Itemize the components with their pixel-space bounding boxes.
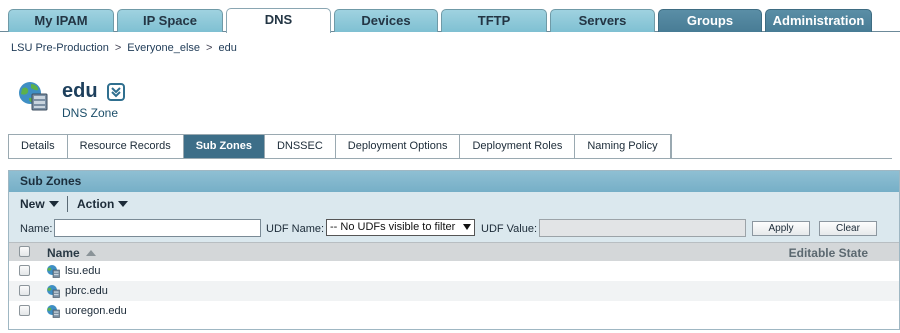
apply-button[interactable]: Apply <box>752 221 810 236</box>
new-button[interactable]: New <box>20 197 59 211</box>
tab-ip-space[interactable]: IP Space <box>117 9 223 32</box>
grid-header: Name Editable State <box>9 242 899 261</box>
tab-my-ipam[interactable]: My IPAM <box>8 9 114 32</box>
dns-zone-icon <box>19 82 48 111</box>
udf-name-select[interactable]: -- No UDFs visible to filter <box>326 219 475 236</box>
sub-zones-panel: Sub Zones New Action Name: UDF Name: -- … <box>8 170 900 330</box>
select-all-checkbox[interactable] <box>19 246 30 257</box>
toolbar: New Action <box>9 192 899 216</box>
page-menu-button[interactable] <box>107 83 125 101</box>
filter-bar: Name: UDF Name: -- No UDFs visible to fi… <box>9 216 899 242</box>
breadcrumb-item-zone[interactable]: edu <box>218 42 236 54</box>
toolbar-divider <box>67 196 68 212</box>
column-header-name[interactable]: Name <box>47 246 80 260</box>
tab-sub-zones[interactable]: Sub Zones <box>183 135 265 159</box>
table-row[interactable]: lsu.edu <box>9 261 899 281</box>
dropdown-arrow-icon <box>463 224 471 230</box>
breadcrumb-item-view[interactable]: Everyone_else <box>127 42 200 54</box>
breadcrumb-separator: > <box>114 42 122 54</box>
tab-deployment-roles[interactable]: Deployment Roles <box>460 135 576 159</box>
row-checkbox[interactable] <box>19 305 30 316</box>
udf-name-label: UDF Name: <box>266 223 325 235</box>
udf-value-label: UDF Value: <box>481 223 538 235</box>
panel-title: Sub Zones <box>9 171 899 192</box>
tab-details[interactable]: Details <box>9 135 68 159</box>
dns-zone-icon <box>47 285 60 298</box>
double-chevron-down-icon <box>111 87 121 98</box>
tab-tftp[interactable]: TFTP <box>441 9 547 32</box>
name-filter-label: Name: <box>20 223 53 235</box>
tab-devices[interactable]: Devices <box>334 9 438 32</box>
breadcrumb-item-configuration[interactable]: LSU Pre-Production <box>11 42 109 54</box>
top-navigation: My IPAM IP Space DNS Devices TFTP Server… <box>0 0 900 33</box>
caret-down-icon <box>48 201 59 207</box>
breadcrumb: LSU Pre-Production > Everyone_else > edu <box>11 42 237 54</box>
page-title: edu <box>62 80 98 102</box>
tab-servers[interactable]: Servers <box>550 9 655 32</box>
clear-button[interactable]: Clear <box>819 221 877 236</box>
tab-groups[interactable]: Groups <box>658 9 762 32</box>
sub-tabs: Details Resource Records Sub Zones DNSSE… <box>8 134 672 159</box>
tab-resource-records[interactable]: Resource Records <box>67 135 184 159</box>
action-button-label: Action <box>77 197 115 211</box>
table-row[interactable]: uoregon.edu <box>9 301 899 321</box>
page-subtitle: DNS Zone <box>62 106 119 120</box>
udf-value-input <box>539 219 746 237</box>
row-checkbox[interactable] <box>19 285 30 296</box>
dns-zone-icon <box>47 305 60 318</box>
zone-name-link[interactable]: lsu.edu <box>65 265 100 277</box>
action-button[interactable]: Action <box>77 197 129 211</box>
zone-name-link[interactable]: uoregon.edu <box>65 305 127 317</box>
udf-name-select-value: -- No UDFs visible to filter <box>330 221 456 233</box>
tab-administration[interactable]: Administration <box>765 9 872 32</box>
breadcrumb-separator: > <box>206 42 213 54</box>
new-button-label: New <box>20 197 45 211</box>
caret-down-icon <box>118 201 129 207</box>
table-row[interactable]: pbrc.edu <box>9 281 899 301</box>
row-checkbox[interactable] <box>19 265 30 276</box>
name-filter-input[interactable] <box>54 219 261 237</box>
tab-dns[interactable]: DNS <box>226 8 331 33</box>
tab-deployment-options[interactable]: Deployment Options <box>335 135 461 159</box>
dns-zone-icon <box>47 265 60 278</box>
sort-ascending-icon <box>86 250 96 256</box>
tab-naming-policy[interactable]: Naming Policy <box>575 135 671 159</box>
zone-name-link[interactable]: pbrc.edu <box>65 285 108 297</box>
tab-dnssec[interactable]: DNSSEC <box>264 135 336 159</box>
column-header-editable-state[interactable]: Editable State <box>789 246 868 260</box>
divider <box>8 158 892 159</box>
